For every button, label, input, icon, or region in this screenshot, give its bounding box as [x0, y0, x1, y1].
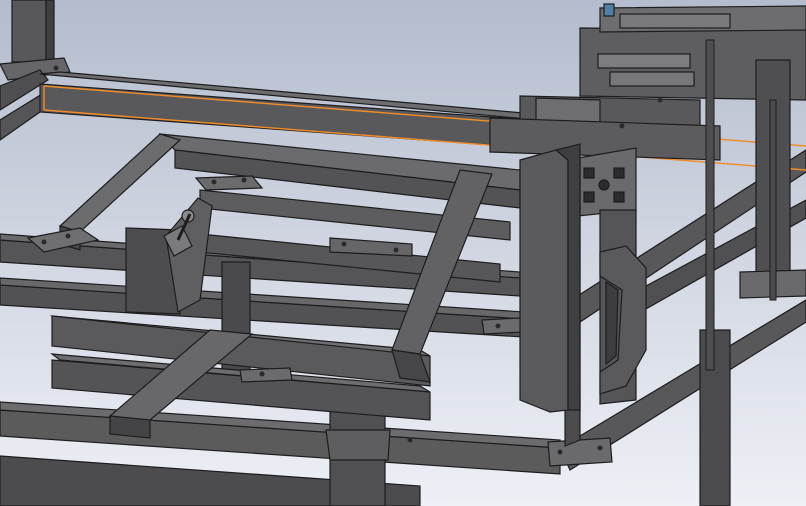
- fastener-dot: [407, 437, 413, 443]
- actuator-cylinder-1[interactable]: [597, 53, 691, 69]
- extrusion-slot-4: [613, 191, 625, 203]
- upper-left-post-side[interactable]: [45, 0, 55, 63]
- fastener-dot: [619, 123, 625, 129]
- vertical-rod-1[interactable]: [705, 39, 715, 371]
- actuator-cylinder-2[interactable]: [609, 71, 695, 87]
- extrusion-slot-2: [613, 167, 625, 179]
- fastener-dot: [65, 233, 71, 239]
- actuator-blue-tab: [603, 3, 615, 17]
- fastener-dot: [53, 65, 59, 71]
- fastener-dot: [41, 239, 47, 245]
- fastener-dot: [211, 179, 217, 185]
- floor-plate-right[interactable]: [481, 317, 523, 335]
- vertical-rod-2[interactable]: [769, 99, 777, 301]
- extrusion-slot-1: [583, 167, 595, 179]
- fastener-dot: [597, 445, 603, 451]
- fastener-dot: [241, 177, 247, 183]
- fastener-dot: [259, 371, 265, 377]
- fastener-dot: [393, 247, 399, 253]
- upper-left-post[interactable]: [11, 0, 47, 63]
- lower-post-right-back[interactable]: [699, 329, 731, 506]
- fastener-dot: [341, 241, 347, 247]
- inner-frame-front-left-diagonal-face[interactable]: [109, 415, 151, 439]
- guide-plate-front[interactable]: [519, 149, 569, 413]
- fastener-dot: [495, 323, 501, 329]
- cad-graphics-viewport[interactable]: [0, 0, 806, 506]
- lower-post-center-cap[interactable]: [325, 429, 391, 461]
- vertical-guide-plate[interactable]: [519, 143, 581, 413]
- actuator-cylinder-3[interactable]: [619, 13, 731, 29]
- fastener-dot: [557, 449, 563, 455]
- 3d-model-scene[interactable]: [0, 0, 806, 506]
- floor-plate-bottom[interactable]: [239, 367, 293, 383]
- floor-plate-mid[interactable]: [194, 175, 264, 191]
- fastener-dot: [657, 97, 663, 103]
- extrusion-slot-3: [583, 191, 595, 203]
- bracket-hook-inner: [605, 280, 619, 366]
- extrusion-center-bore: [598, 179, 610, 191]
